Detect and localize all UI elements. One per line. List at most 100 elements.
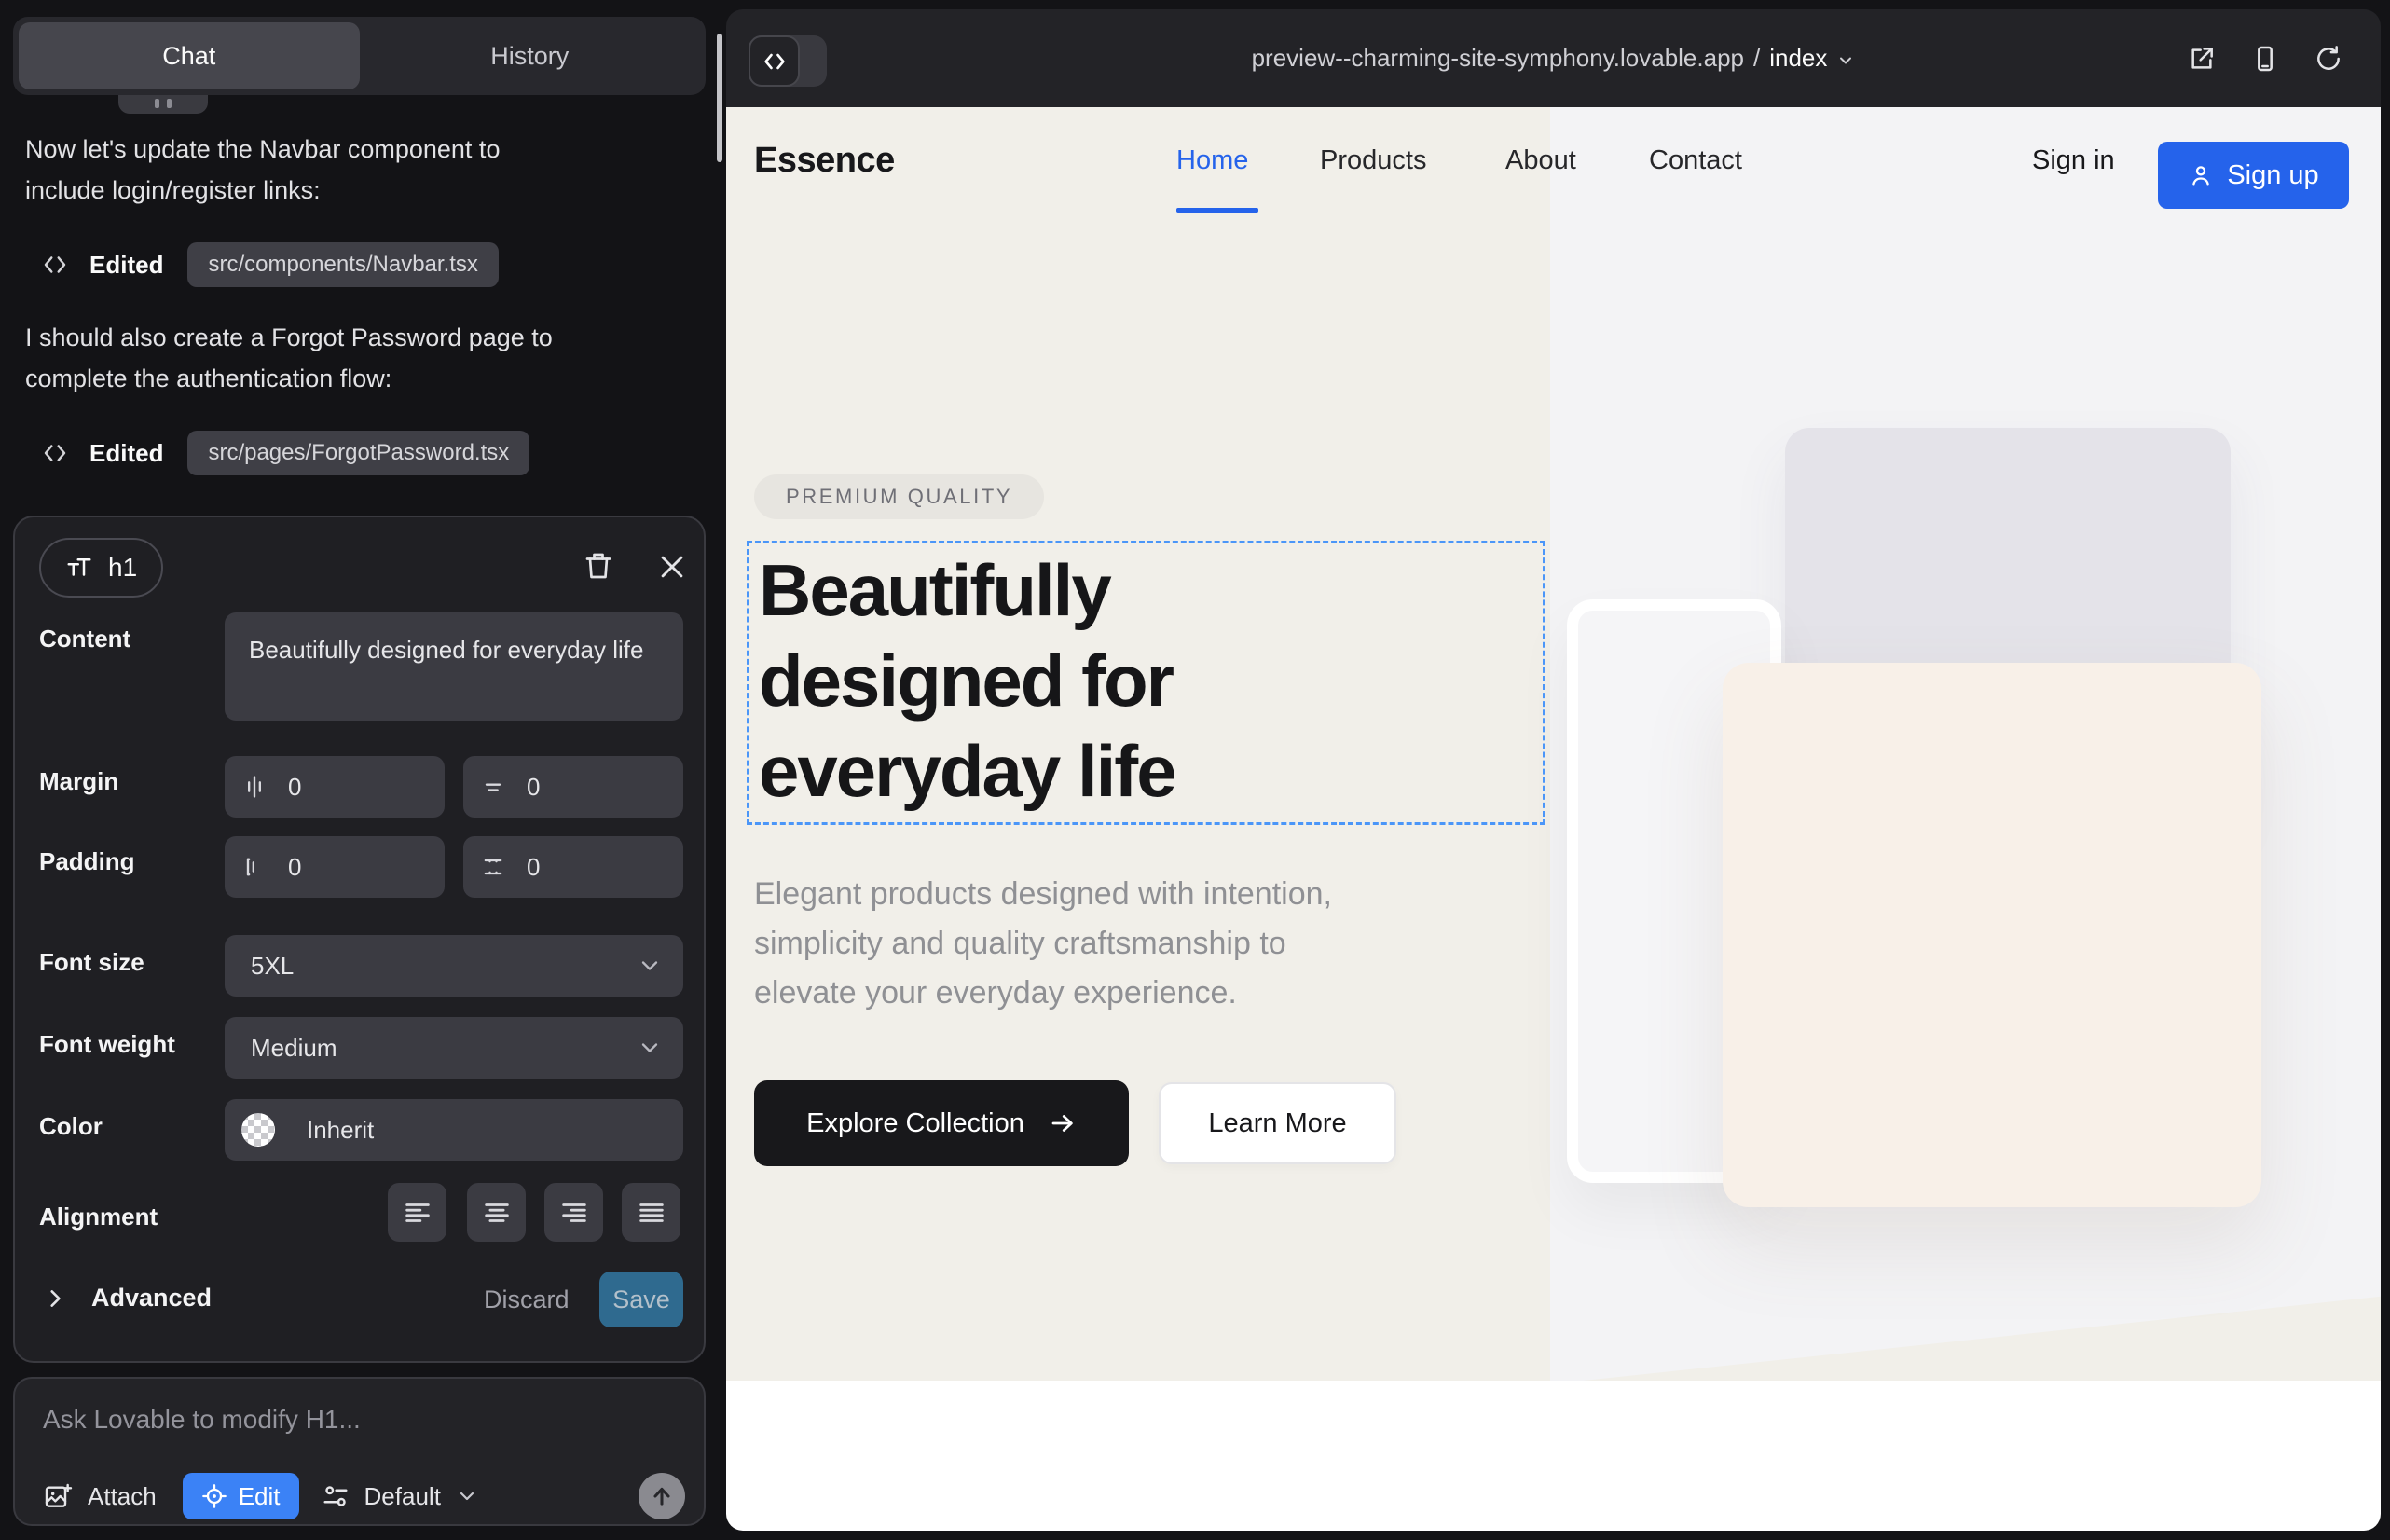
message-line: complete the authentication flow:: [25, 358, 683, 399]
message-line: I should also create a Forgot Password p…: [25, 317, 683, 358]
sliders-icon: [322, 1482, 350, 1510]
chat-scrollbar[interactable]: [717, 34, 722, 162]
chevron-down-icon: [637, 953, 663, 979]
font-size-select[interactable]: 5XL: [225, 935, 683, 997]
chat-panel: Chat History Now let's update the Navbar…: [0, 0, 724, 1540]
padding-horizontal-icon: [241, 854, 268, 880]
tab-chat[interactable]: Chat: [19, 22, 360, 89]
edited-label: Edited: [89, 251, 163, 280]
attach-button[interactable]: Attach: [43, 1481, 157, 1511]
preview-window: preview--charming-site-symphony.lovable.…: [726, 9, 2381, 1531]
nav-home-underline: [1176, 208, 1258, 213]
file-badge[interactable]: src/pages/ForgotPassword.tsx: [187, 431, 529, 475]
site-logo[interactable]: Essence: [754, 107, 895, 214]
nav-home[interactable]: Home: [1176, 107, 1248, 214]
selected-element-chip[interactable]: h1: [39, 538, 163, 598]
site-canvas: Essence Home Products About Contact Sign…: [726, 107, 2381, 1531]
hero-heading-line: Beautifully: [759, 545, 1110, 636]
tab-history[interactable]: History: [360, 22, 701, 89]
learn-more-button[interactable]: Learn More: [1159, 1082, 1396, 1164]
hero-heading-line: everyday life: [759, 726, 1175, 817]
element-editor-panel: h1 Content Beautifully designed for ever…: [13, 516, 706, 1363]
file-badge[interactable]: src/components/Navbar.tsx: [187, 242, 498, 287]
color-select[interactable]: Inherit: [225, 1099, 683, 1161]
margin-horizontal-icon: [241, 774, 268, 800]
font-size-value: 5XL: [251, 952, 294, 981]
padding-y-input[interactable]: 0: [463, 836, 683, 898]
advanced-toggle[interactable]: Advanced: [43, 1284, 212, 1313]
alignment-label: Alignment: [39, 1203, 158, 1231]
margin-x-input[interactable]: 0: [225, 756, 445, 818]
edited-file-row[interactable]: Edited src/components/Navbar.tsx: [41, 241, 499, 289]
message-line: Now let's update the Navbar component to: [25, 129, 683, 170]
padding-x-input[interactable]: 0: [225, 836, 445, 898]
hero-paragraph-line: elevate your everyday experience.: [754, 969, 1237, 1018]
explore-collection-button[interactable]: Explore Collection: [754, 1080, 1129, 1166]
image-plus-icon: [43, 1481, 73, 1511]
code-icon: [41, 439, 69, 467]
assistant-message: I should also create a Forgot Password p…: [25, 317, 683, 399]
font-weight-select[interactable]: Medium: [225, 1017, 683, 1079]
message-line: include login/register links:: [25, 170, 683, 211]
explore-collection-label: Explore Collection: [806, 1108, 1024, 1139]
nav-about[interactable]: About: [1505, 107, 1576, 214]
chat-history-tabs: Chat History: [13, 17, 706, 95]
hero-paragraph-line: simplicity and quality craftsmanship to: [754, 919, 1286, 969]
user-icon: [2188, 162, 2214, 188]
hero-heading-line: designed for: [759, 636, 1173, 726]
margin-label: Margin: [39, 767, 118, 796]
hero-paragraph-line: Elegant products designed with intention…: [754, 870, 1332, 919]
content-textarea[interactable]: Beautifully designed for everyday life: [225, 612, 683, 721]
mode-label: Default: [364, 1482, 441, 1511]
align-justify-button[interactable]: [622, 1183, 680, 1242]
save-button[interactable]: Save: [599, 1272, 683, 1327]
typography-icon: [65, 554, 93, 582]
advanced-label: Advanced: [91, 1284, 212, 1313]
path-separator: /: [1753, 44, 1760, 73]
target-icon: [201, 1483, 227, 1509]
close-panel-icon[interactable]: [656, 551, 688, 583]
align-center-button[interactable]: [467, 1183, 526, 1242]
edited-file-row[interactable]: Edited src/pages/ForgotPassword.tsx: [41, 429, 529, 477]
padding-label: Padding: [39, 847, 135, 876]
nav-contact[interactable]: Contact: [1649, 107, 1742, 214]
refresh-icon[interactable]: [2314, 44, 2343, 74]
element-tag: h1: [108, 553, 137, 583]
send-button[interactable]: [639, 1473, 685, 1519]
align-right-button[interactable]: [544, 1183, 603, 1242]
padding-vertical-icon: [480, 854, 506, 880]
edit-mode-button[interactable]: Edit: [183, 1473, 299, 1519]
nav-products[interactable]: Products: [1320, 107, 1426, 214]
composer-input[interactable]: Ask Lovable to modify H1...: [43, 1405, 361, 1435]
preview-chrome: preview--charming-site-symphony.lovable.…: [726, 9, 2381, 107]
decor-card-cream: [1723, 663, 2261, 1207]
lovable-workspace: Chat History Now let's update the Navbar…: [0, 0, 2390, 1540]
signin-link[interactable]: Sign in: [2032, 107, 2115, 214]
selected-h1-outline[interactable]: Beautifully designed for everyday life: [747, 541, 1545, 825]
delete-element-button[interactable]: [582, 549, 615, 583]
mobile-preview-icon[interactable]: [2250, 44, 2280, 74]
font-weight-label: Font weight: [39, 1030, 175, 1059]
chat-composer[interactable]: Ask Lovable to modify H1... Attach Edit: [13, 1377, 706, 1526]
arrow-right-icon: [1049, 1109, 1077, 1137]
code-icon: [41, 251, 69, 279]
chevron-down-icon: [456, 1485, 478, 1507]
signup-label: Sign up: [2227, 160, 2318, 191]
color-value: Inherit: [307, 1116, 374, 1145]
margin-y-input[interactable]: 0: [463, 756, 683, 818]
chrome-actions: [2187, 9, 2343, 107]
margin-y-value: 0: [527, 773, 540, 802]
padding-x-value: 0: [288, 853, 301, 882]
mode-select[interactable]: Default: [322, 1482, 478, 1511]
chevron-down-icon: [1836, 51, 1855, 70]
hero-badge: PREMIUM QUALITY: [754, 474, 1044, 519]
open-external-icon[interactable]: [2187, 44, 2217, 74]
url-bar[interactable]: preview--charming-site-symphony.lovable.…: [726, 9, 2381, 107]
color-label: Color: [39, 1112, 103, 1141]
signup-button[interactable]: Sign up: [2158, 142, 2349, 209]
assistant-message: Now let's update the Navbar component to…: [25, 129, 683, 211]
align-left-button[interactable]: [388, 1183, 446, 1242]
content-label: Content: [39, 625, 130, 653]
discard-button[interactable]: Discard: [484, 1286, 570, 1314]
preview-domain: preview--charming-site-symphony.lovable.…: [1252, 44, 1744, 73]
